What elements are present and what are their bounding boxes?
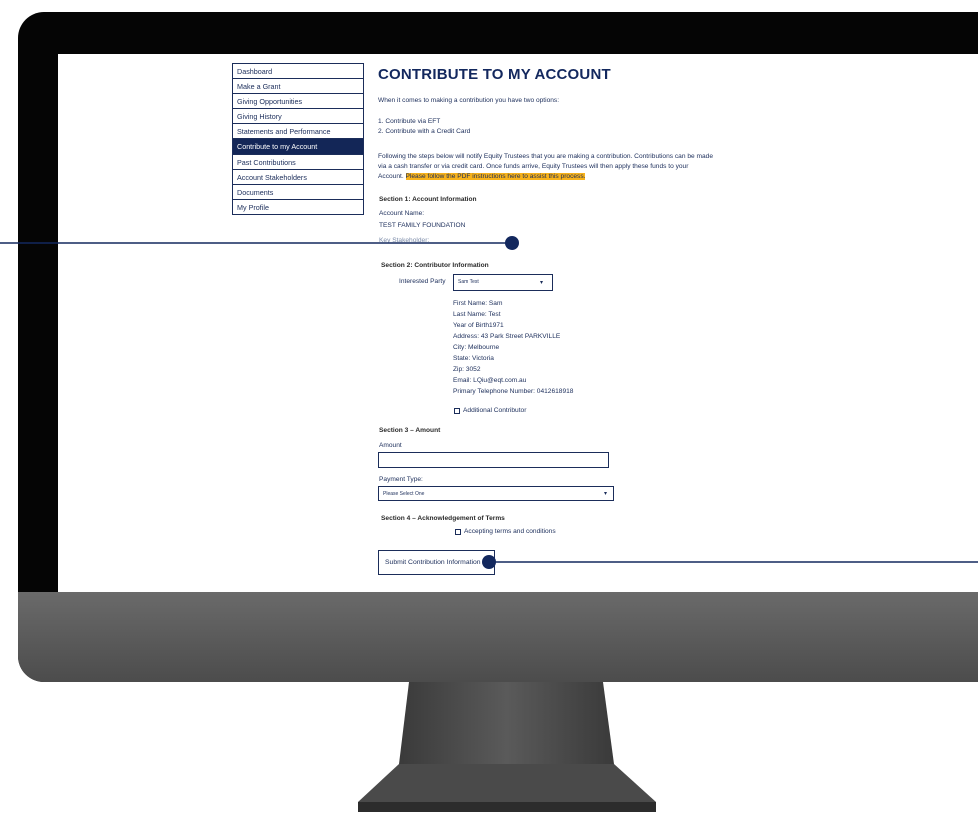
additional-contributor-label: Additional Contributor	[463, 407, 527, 414]
interested-party-value: Sam Test	[458, 279, 479, 285]
contributor-state: State: Victoria	[453, 355, 494, 362]
info-paragraph-line3: Account. Please follow the PDF instructi…	[378, 173, 586, 180]
sidebar-item-giving-opportunities[interactable]: Giving Opportunities	[233, 94, 363, 110]
sidebar-item-make-a-grant[interactable]: Make a Grant	[233, 79, 363, 95]
key-stakeholder-label: Key Stakeholder:	[379, 237, 430, 244]
info-paragraph-account: Account.	[378, 173, 404, 180]
additional-contributor-checkbox[interactable]	[454, 408, 460, 414]
sidebar-item-statements[interactable]: Statements and Performance	[233, 124, 363, 140]
contributor-zip: Zip: 3052	[453, 366, 481, 373]
payment-type-label: Payment Type:	[379, 476, 423, 483]
interested-party-label: Interested Party	[399, 278, 446, 285]
terms-label: Accepting terms and conditions	[464, 528, 556, 535]
interested-party-select[interactable]: Sam Test ▾	[453, 274, 553, 291]
option-credit-card: 2. Contribute with a Credit Card	[378, 128, 471, 135]
section2-heading: Section 2: Contributor Information	[381, 262, 489, 269]
amount-input[interactable]	[378, 452, 609, 468]
contributor-first-name: First Name: Sam	[453, 300, 503, 307]
page-title: CONTRIBUTE TO MY ACCOUNT	[378, 66, 611, 83]
sidebar-item-contribute[interactable]: Contribute to my Account	[233, 139, 363, 155]
account-name-label: Account Name:	[379, 210, 425, 217]
contributor-email: Email: LQiu@eqt.com.au	[453, 377, 527, 384]
payment-type-select[interactable]: Please Select One ▾	[378, 486, 614, 501]
contributor-address: Address: 43 Park Street PARKVILLE	[453, 333, 561, 340]
payment-type-value: Please Select One	[383, 491, 425, 497]
sidebar-item-documents[interactable]: Documents	[233, 184, 363, 200]
monitor-chin	[18, 592, 978, 682]
sidebar-item-dashboard[interactable]: Dashboard	[233, 64, 363, 80]
contributor-year-of-birth: Year of Birth1971	[453, 322, 504, 329]
sidebar-item-my-profile[interactable]: My Profile	[233, 199, 363, 215]
section4-heading: Section 4 – Acknowledgement of Terms	[381, 515, 505, 522]
section3-heading: Section 3 – Amount	[379, 427, 441, 434]
contributor-phone: Primary Telephone Number: 0412618918	[453, 388, 574, 395]
section1-heading: Section 1: Account Information	[379, 196, 477, 203]
sidebar-item-account-stakeholders[interactable]: Account Stakeholders	[233, 169, 363, 185]
info-paragraph-line1: Following the steps below will notify Eq…	[378, 153, 713, 160]
chevron-down-icon: ▾	[540, 280, 544, 286]
screen: Dashboard Make a Grant Giving Opportunit…	[58, 54, 978, 592]
account-name-value: TEST FAMILY FOUNDATION	[379, 222, 466, 229]
amount-label: Amount	[379, 442, 402, 449]
contributor-last-name: Last Name: Test	[453, 311, 501, 318]
submit-contribution-button[interactable]: Submit Contribution Information	[378, 550, 495, 575]
contributor-city: City: Melbourne	[453, 344, 500, 351]
sidebar-item-giving-history[interactable]: Giving History	[233, 109, 363, 125]
option-eft: 1. Contribute via EFT	[378, 118, 441, 125]
intro-text: When it comes to making a contribution y…	[378, 97, 560, 104]
sidebar-nav: Dashboard Make a Grant Giving Opportunit…	[232, 63, 364, 215]
chevron-down-icon: ▾	[604, 491, 608, 497]
info-paragraph-line2: via a cash transfer or via credit card. …	[378, 163, 689, 170]
pdf-instructions-link[interactable]: Please follow the PDF instructions here …	[405, 173, 586, 180]
monitor-stand	[358, 682, 656, 812]
terms-checkbox[interactable]	[455, 529, 461, 535]
sidebar-item-past-contributions[interactable]: Past Contributions	[233, 154, 363, 170]
